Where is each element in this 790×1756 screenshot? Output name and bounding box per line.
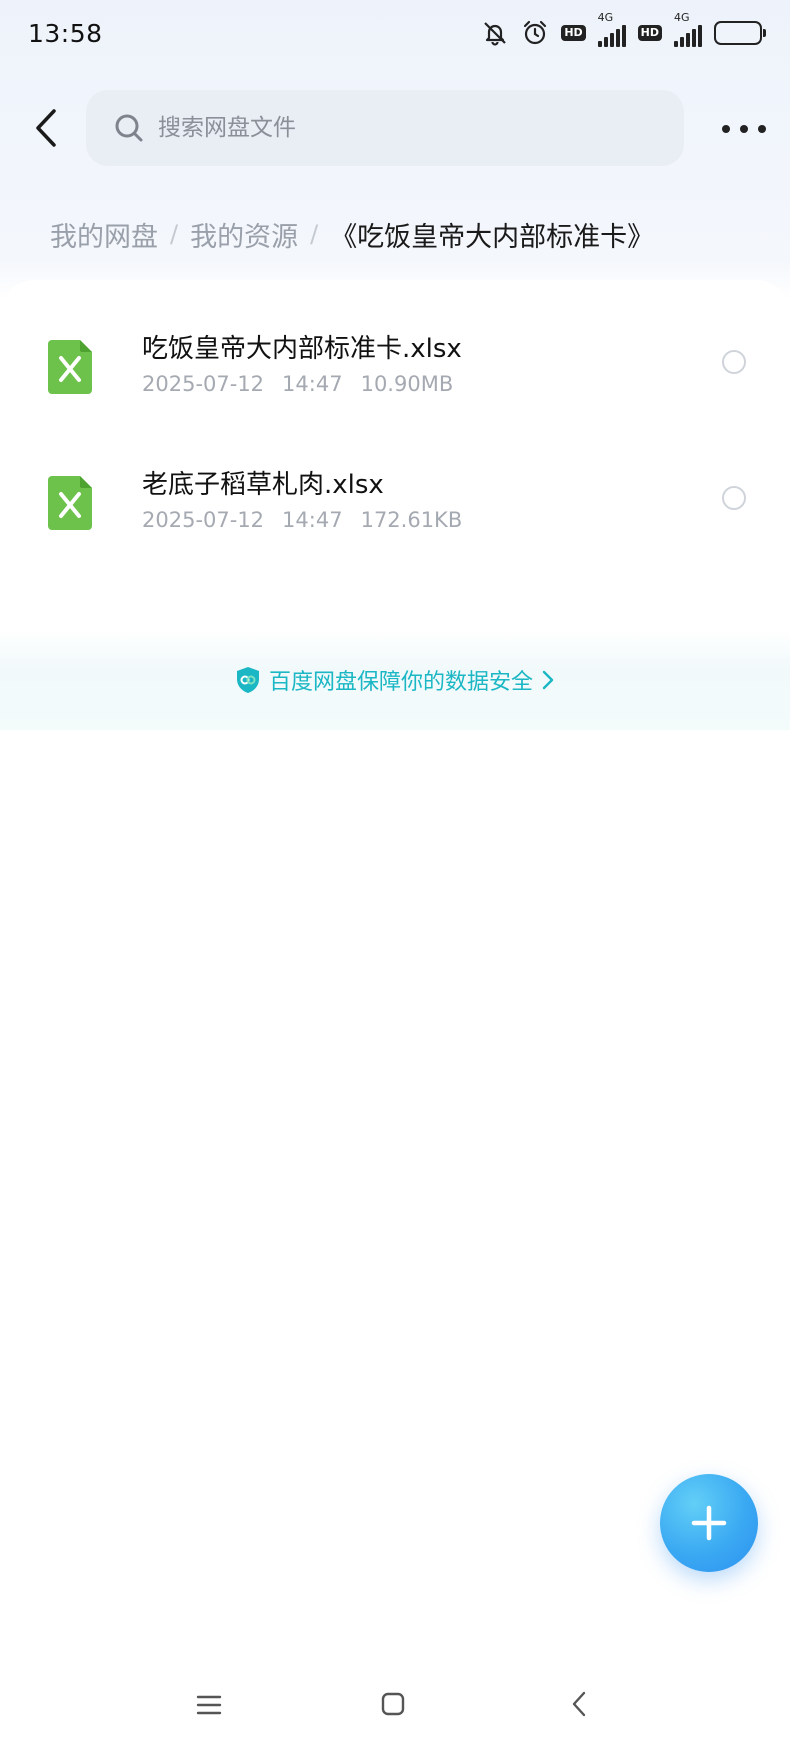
- list-item[interactable]: 老底子稻草札肉.xlsx 2025-07-12 14:47 172.61KB: [0, 452, 790, 572]
- breadcrumb: 我的网盘 / 我的资源 / 《吃饭皇帝大内部标准卡》: [50, 212, 654, 256]
- nav-back-icon[interactable]: [570, 1690, 588, 1718]
- shield-icon: [236, 667, 259, 693]
- signal-icon-1: 4G: [597, 11, 626, 47]
- network-type-2: 4G: [674, 11, 690, 24]
- breadcrumb-item-my-drive[interactable]: 我的网盘: [50, 215, 158, 254]
- hd-badge-label-1: HD: [561, 25, 586, 41]
- plus-icon: [691, 1505, 727, 1541]
- file-name: 老底子稻草札肉.xlsx: [142, 470, 384, 500]
- signal-icon-2: 4G: [674, 11, 702, 47]
- search-icon: [115, 114, 143, 142]
- safety-notice-link[interactable]: 百度网盘保障你的数据安全: [0, 660, 790, 700]
- bell-off-icon: [481, 19, 509, 47]
- file-time: 14:47: [282, 508, 343, 532]
- hd-badge-label-2: HD: [637, 25, 662, 41]
- hd-badge-2: HD: [637, 25, 662, 41]
- hd-badge-1: HD: [561, 25, 586, 41]
- add-button[interactable]: [660, 1474, 758, 1572]
- home-square-icon[interactable]: [381, 1692, 405, 1716]
- breadcrumb-separator: /: [170, 220, 179, 248]
- list-item[interactable]: 吃饭皇帝大内部标准卡.xlsx 2025-07-12 14:47 10.90MB: [0, 316, 790, 436]
- breadcrumb-separator: /: [310, 220, 319, 248]
- back-button[interactable]: [26, 106, 66, 150]
- select-checkbox[interactable]: [722, 486, 746, 510]
- file-size: 10.90MB: [360, 372, 454, 396]
- network-type-1: 4G: [597, 11, 614, 24]
- app-root: 13:58 HD 4G HD 4G 搜索网盘文件 我的网盘 / 我的资源 / 《…: [0, 0, 790, 1756]
- more-dot-icon: [758, 125, 766, 133]
- excel-file-icon: [48, 340, 92, 394]
- file-date: 2025-07-12: [142, 508, 265, 532]
- file-date: 2025-07-12: [142, 372, 265, 396]
- alarm-icon: [521, 19, 549, 47]
- file-meta: 2025-07-12 14:47 10.90MB: [142, 372, 453, 396]
- file-size: 172.61KB: [360, 508, 463, 532]
- breadcrumb-item-my-resources[interactable]: 我的资源: [190, 215, 298, 254]
- more-dot-icon: [722, 125, 730, 133]
- chevron-left-icon: [36, 109, 56, 147]
- system-nav-bar: [0, 1676, 790, 1736]
- search-bar[interactable]: [86, 90, 684, 166]
- file-name: 吃饭皇帝大内部标准卡.xlsx: [142, 334, 462, 364]
- breadcrumb-current: 《吃饭皇帝大内部标准卡》: [330, 221, 655, 253]
- status-time: 13:58: [28, 18, 103, 48]
- more-options-button[interactable]: [722, 114, 766, 144]
- file-meta: 2025-07-12 14:47 172.61KB: [142, 508, 462, 532]
- file-time: 14:47: [282, 372, 343, 396]
- more-dot-icon: [740, 125, 748, 133]
- battery-icon: [714, 21, 766, 45]
- status-bar: 13:58 HD 4G HD 4G: [0, 0, 790, 66]
- header: [0, 88, 790, 168]
- excel-file-icon: [48, 476, 92, 530]
- chevron-right-icon: [542, 670, 554, 690]
- search-input[interactable]: [158, 115, 578, 141]
- safety-notice-text: 百度网盘保障你的数据安全: [268, 670, 533, 695]
- status-icons: HD 4G HD 4G: [481, 11, 766, 47]
- menu-icon[interactable]: [196, 1694, 222, 1716]
- select-checkbox[interactable]: [722, 350, 746, 374]
